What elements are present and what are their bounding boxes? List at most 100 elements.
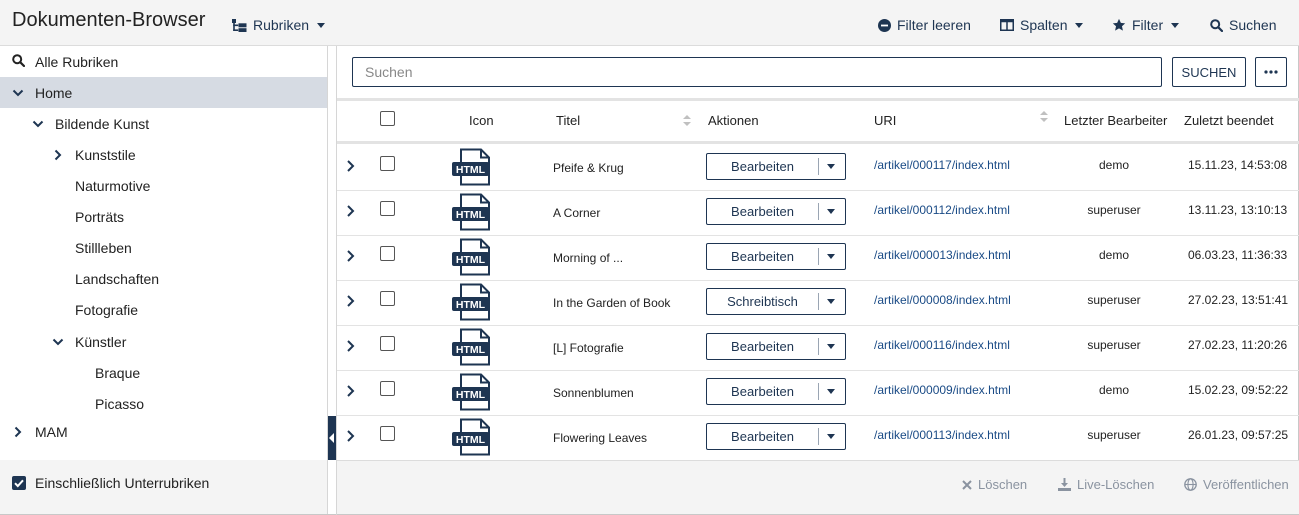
tree-item[interactable]: Künstler: [0, 326, 327, 357]
row-action-button[interactable]: Bearbeiten: [707, 154, 818, 179]
tree-item[interactable]: Fotografie: [0, 294, 327, 325]
column-header-finished[interactable]: Zuletzt beendet: [1184, 113, 1274, 128]
chevron-right-icon[interactable]: [12, 426, 24, 438]
tree-item[interactable]: Stillleben: [0, 232, 327, 263]
row-checkbox[interactable]: [380, 381, 395, 396]
tree-item-label: Kunststile: [75, 146, 136, 163]
chevron-down-icon[interactable]: [827, 434, 835, 439]
publish-label: Veröffentlichen: [1203, 477, 1289, 492]
columns-button[interactable]: Spalten: [1000, 15, 1084, 35]
table-row[interactable]: HTML Flowering Leaves Bearbeiten/artikel/0…: [337, 416, 1299, 458]
chevron-right-icon[interactable]: [346, 249, 356, 263]
row-editor: demo: [1098, 158, 1130, 172]
table-row[interactable]: HTML [L] Fotografie Bearbeiten/artikel/000…: [337, 326, 1299, 371]
chevron-right-icon[interactable]: [346, 294, 356, 308]
row-action-button[interactable]: Schreibtisch: [707, 289, 818, 314]
chevron-down-icon[interactable]: [827, 344, 835, 349]
tree-item[interactable]: Naturmotive: [0, 170, 327, 201]
chevron-right-icon[interactable]: [346, 429, 356, 443]
split-divider: [818, 338, 819, 355]
row-checkbox[interactable]: [380, 201, 395, 216]
table-row[interactable]: HTML In the Garden of Book Schreibtisch/ar…: [337, 281, 1299, 326]
chevron-down-icon[interactable]: [32, 118, 44, 130]
row-action-split-button: Schreibtisch: [706, 288, 846, 315]
sort-icon[interactable]: [1040, 111, 1048, 123]
row-uri-link[interactable]: /artikel/000008/index.html: [874, 293, 1011, 307]
row-uri-link[interactable]: /artikel/000117/index.html: [874, 158, 1010, 172]
tree-item[interactable]: Kunststile: [0, 139, 327, 170]
header-search-button[interactable]: Suchen: [1210, 15, 1276, 35]
more-options-button[interactable]: [1255, 57, 1287, 87]
tree-icon: [232, 18, 247, 32]
row-editor: demo: [1098, 383, 1130, 397]
search-input[interactable]: [352, 57, 1162, 87]
chevron-down-icon[interactable]: [12, 87, 24, 99]
publish-button[interactable]: Veröffentlichen: [1184, 477, 1289, 492]
row-action-button[interactable]: Bearbeiten: [707, 244, 818, 269]
bottom-action-bar: Löschen Live-Löschen Veröffentlichen: [337, 460, 1299, 514]
select-all-checkbox[interactable]: [380, 111, 395, 126]
row-action-button[interactable]: Bearbeiten: [707, 424, 818, 449]
chevron-down-icon[interactable]: [827, 299, 835, 304]
tree-item[interactable]: Bildende Kunst: [0, 108, 327, 139]
chevron-right-icon[interactable]: [52, 149, 64, 161]
chevron-down-icon[interactable]: [52, 336, 64, 348]
tree-item[interactable]: Braque: [0, 357, 327, 388]
tree-item-label: Braque: [95, 364, 141, 381]
chevron-right-icon[interactable]: [346, 339, 356, 353]
tree-item[interactable]: Home: [0, 77, 327, 108]
row-checkbox[interactable]: [380, 426, 395, 441]
tree-item[interactable]: Landschaften: [0, 263, 327, 294]
table-header: Icon Titel Aktionen URI Letzter Bearbeit…: [337, 101, 1299, 144]
delete-label: Löschen: [978, 477, 1028, 492]
table-row[interactable]: HTML Pfeife & Krug Bearbeiten/artikel/0001…: [337, 146, 1299, 191]
clear-filter-label: Filter leeren: [897, 17, 971, 33]
row-uri-link[interactable]: /artikel/000116/index.html: [874, 338, 1010, 352]
filter-button[interactable]: Filter: [1112, 15, 1180, 35]
row-uri-link[interactable]: /artikel/000113/index.html: [874, 428, 1010, 442]
search-submit-button[interactable]: SUCHEN: [1172, 57, 1246, 87]
chevron-down-icon[interactable]: [827, 254, 835, 259]
delete-button[interactable]: Löschen: [962, 477, 1027, 492]
row-action-button[interactable]: Bearbeiten: [707, 379, 818, 404]
row-finished-date: 27.02.23, 11:20:26: [1188, 338, 1288, 352]
column-header-uri[interactable]: URI: [874, 113, 896, 128]
chevron-right-icon[interactable]: [346, 204, 356, 218]
chevron-down-icon[interactable]: [827, 389, 835, 394]
include-subcategories-checkbox[interactable]: [12, 476, 26, 490]
tree-item-label: Home: [35, 84, 73, 101]
row-action-split-button: Bearbeiten: [706, 153, 846, 180]
sidebar-collapse-handle[interactable]: [328, 416, 336, 460]
clear-filter-button[interactable]: Filter leeren: [878, 15, 971, 35]
tree-item[interactable]: Porträts: [0, 201, 327, 232]
row-checkbox[interactable]: [380, 291, 395, 306]
row-checkbox[interactable]: [380, 156, 395, 171]
row-uri-link[interactable]: /artikel/000009/index.html: [874, 383, 1011, 397]
row-uri-link[interactable]: /artikel/000013/index.html: [874, 248, 1011, 262]
tree-item[interactable]: Picasso: [0, 388, 327, 419]
chevron-down-icon[interactable]: [827, 164, 835, 169]
tree-item[interactable]: MAM: [0, 416, 327, 447]
row-action-button[interactable]: Bearbeiten: [707, 334, 818, 359]
sort-icon[interactable]: [683, 115, 691, 127]
chevron-down-icon[interactable]: [827, 209, 835, 214]
table-row[interactable]: HTML Morning of ... Bearbeiten/artikel/000…: [337, 236, 1299, 281]
column-header-title[interactable]: Titel: [556, 113, 580, 128]
tree-item-label: Landschaften: [75, 270, 160, 287]
chevron-right-icon[interactable]: [346, 159, 356, 173]
all-categories-item[interactable]: Alle Rubriken: [0, 46, 327, 77]
rubriken-toggle-button[interactable]: Rubriken: [232, 15, 326, 35]
row-checkbox[interactable]: [380, 336, 395, 351]
row-action-button[interactable]: Bearbeiten: [707, 199, 818, 224]
chevron-right-icon[interactable]: [346, 384, 356, 398]
column-header-editor[interactable]: Letzter Bearbeiter: [1064, 113, 1167, 128]
table-row[interactable]: HTML Sonnenblumen Bearbeiten/artikel/00000…: [337, 371, 1299, 416]
row-checkbox[interactable]: [380, 246, 395, 261]
html-file-icon: HTML: [452, 328, 490, 366]
live-delete-button[interactable]: Live-Löschen: [1058, 477, 1154, 492]
row-uri-link[interactable]: /artikel/000112/index.html: [874, 203, 1010, 217]
split-divider: [818, 248, 819, 265]
table-row[interactable]: HTML A Corner Bearbeiten/artikel/000112/in…: [337, 191, 1299, 236]
rubriken-label: Rubriken: [253, 17, 310, 33]
more-icon: [1264, 70, 1278, 74]
